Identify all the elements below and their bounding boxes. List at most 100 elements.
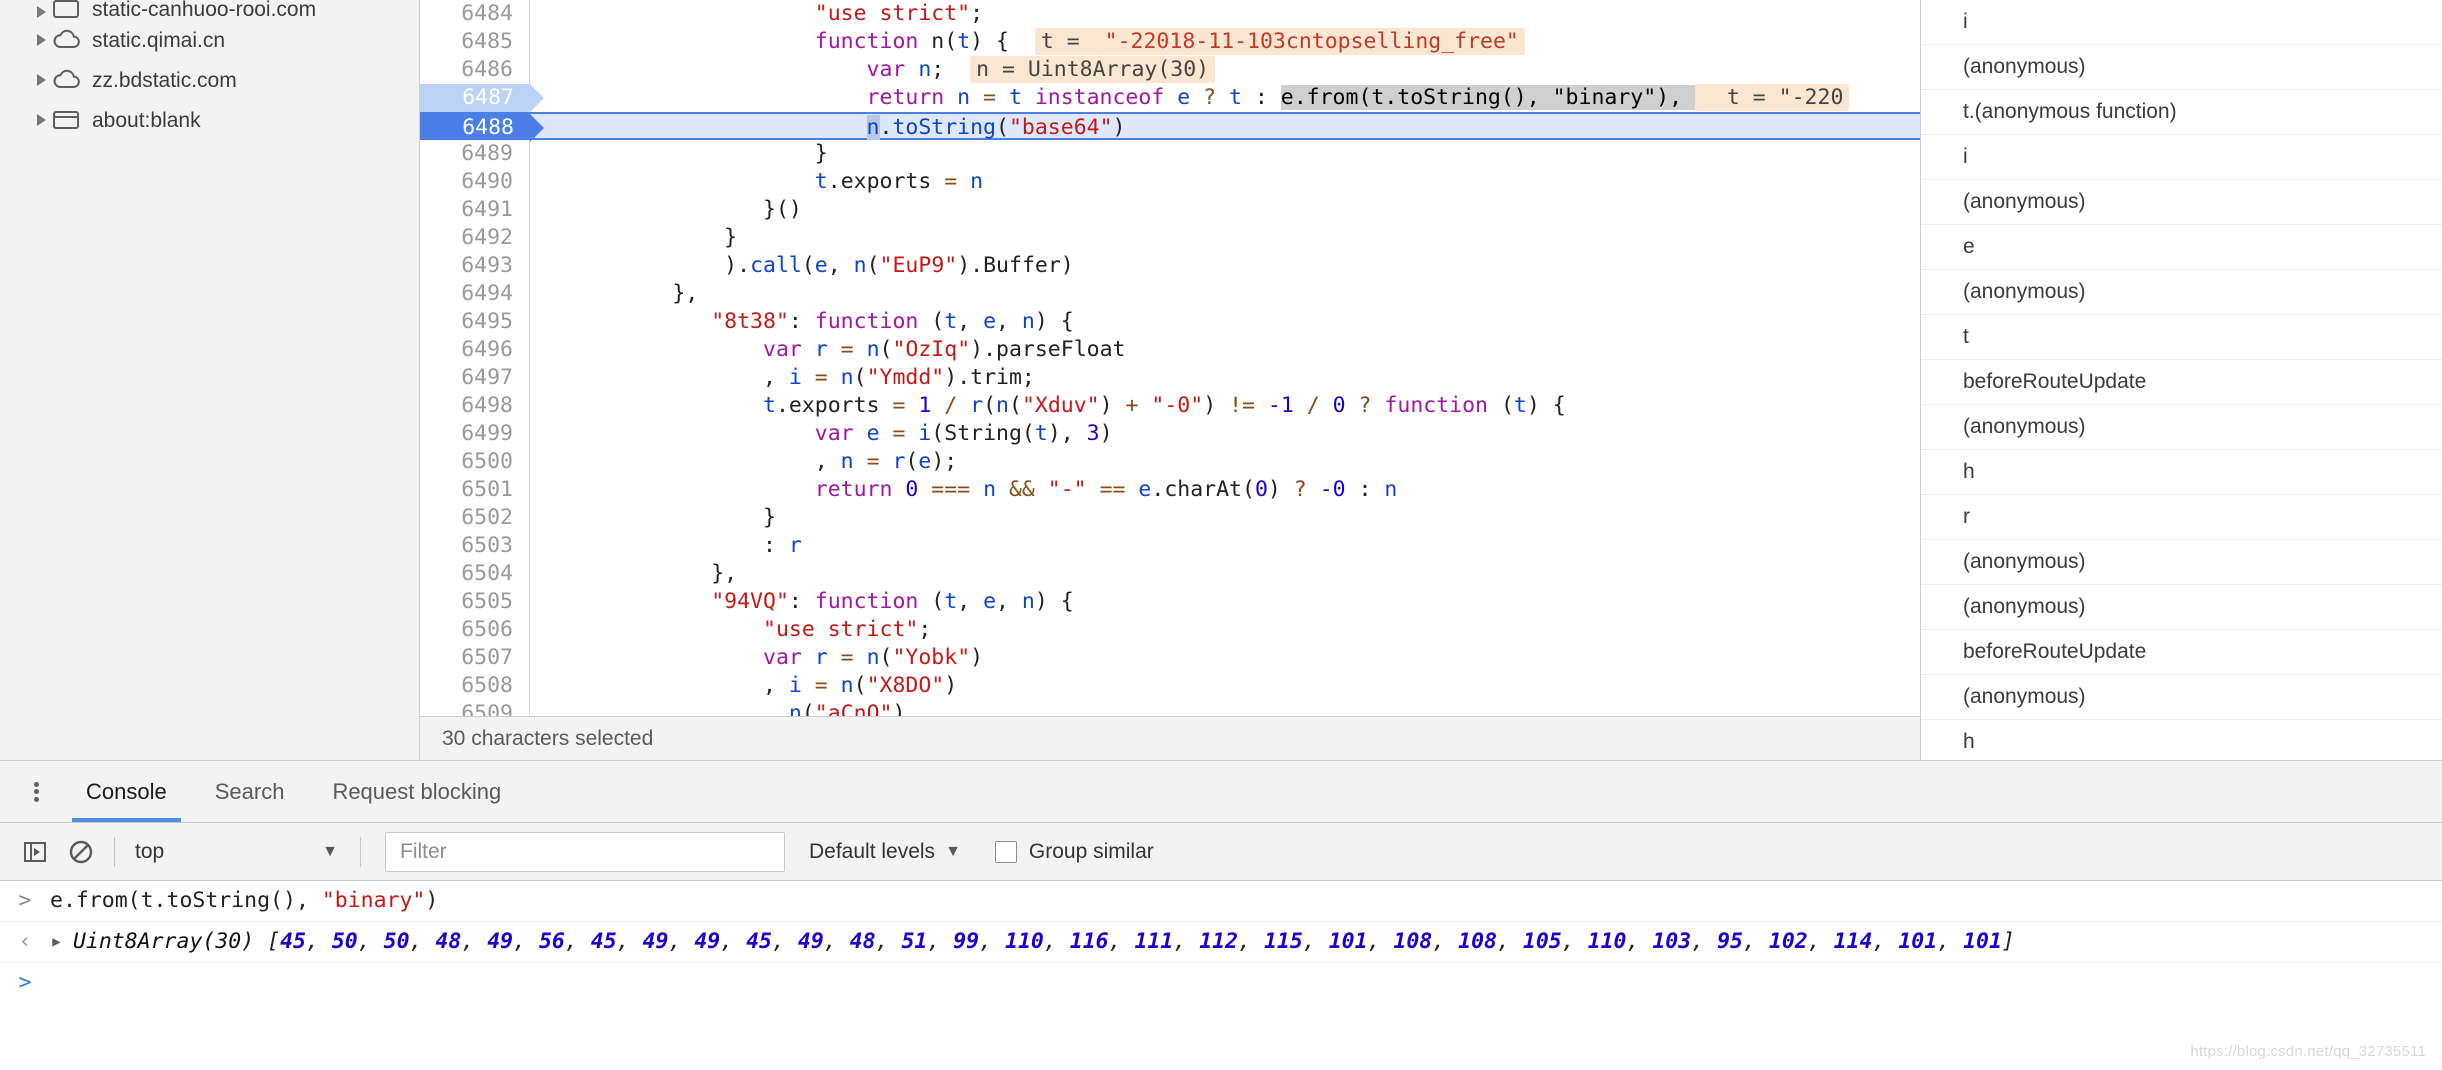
- call-stack-frame-3[interactable]: i: [1921, 135, 2442, 180]
- line-number[interactable]: 6498: [420, 392, 530, 420]
- code-line-6491[interactable]: 6491 }(): [420, 196, 1920, 224]
- disclosure-triangle-icon[interactable]: [30, 112, 52, 128]
- code-line-6497[interactable]: 6497 , i = n("Ymdd").trim;: [420, 364, 1920, 392]
- call-stack-frame-11[interactable]: r: [1921, 495, 2442, 540]
- code-line-6494[interactable]: 6494 },: [420, 280, 1920, 308]
- tree-item-0[interactable]: static-canhuoo-rooi.com: [0, 0, 419, 20]
- code-text[interactable]: : r: [530, 532, 1920, 560]
- code-text[interactable]: },: [530, 560, 1920, 588]
- code-line-6508[interactable]: 6508 , i = n("X8DO"): [420, 672, 1920, 700]
- console-prompt-row[interactable]: >: [0, 963, 2442, 1003]
- code-text[interactable]: , n = r(e);: [530, 448, 1920, 476]
- code-text[interactable]: t.exports = n: [530, 168, 1920, 196]
- drawer-tab-request-blocking[interactable]: Request blocking: [308, 761, 525, 822]
- line-number[interactable]: 6501: [420, 476, 530, 504]
- code-line-6502[interactable]: 6502 }: [420, 504, 1920, 532]
- line-number[interactable]: 6495: [420, 308, 530, 336]
- code-line-6501[interactable]: 6501 return 0 === n && "-" == e.charAt(0…: [420, 476, 1920, 504]
- code-line-6485[interactable]: 6485 function n(t) { t = "-22018-11-103c…: [420, 28, 1920, 56]
- tree-item-3[interactable]: about:blank: [0, 100, 419, 140]
- tree-item-2[interactable]: zz.bdstatic.com: [0, 60, 419, 100]
- line-number[interactable]: 6489: [420, 140, 530, 168]
- code-line-6506[interactable]: 6506 "use strict";: [420, 616, 1920, 644]
- code-line-6493[interactable]: 6493 ).call(e, n("EuP9").Buffer): [420, 252, 1920, 280]
- call-stack-frame-5[interactable]: e: [1921, 225, 2442, 270]
- code-text[interactable]: , i = n("X8DO"): [530, 672, 1920, 700]
- code-line-6492[interactable]: 6492 }: [420, 224, 1920, 252]
- clear-console-icon[interactable]: [58, 829, 104, 875]
- call-stack-frame-10[interactable]: h: [1921, 450, 2442, 495]
- line-number[interactable]: 6485: [420, 28, 530, 56]
- code-text[interactable]: return 0 === n && "-" == e.charAt(0) ? -…: [530, 476, 1920, 504]
- line-number[interactable]: 6491: [420, 196, 530, 224]
- code-line-6496[interactable]: 6496 var r = n("OzIq").parseFloat: [420, 336, 1920, 364]
- code-line-6484[interactable]: 6484 "use strict";: [420, 0, 1920, 28]
- line-number[interactable]: 6506: [420, 616, 530, 644]
- code-scroll-area[interactable]: 6484 "use strict"; 6485 function n(t) { t…: [420, 0, 1920, 716]
- line-number[interactable]: 6505: [420, 588, 530, 616]
- code-text[interactable]: ).call(e, n("EuP9").Buffer): [530, 252, 1920, 280]
- code-line-6507[interactable]: 6507 var r = n("Yobk"): [420, 644, 1920, 672]
- call-stack-frame-8[interactable]: beforeRouteUpdate: [1921, 360, 2442, 405]
- line-number[interactable]: 6502: [420, 504, 530, 532]
- call-stack-frame-6[interactable]: (anonymous): [1921, 270, 2442, 315]
- code-line-6490[interactable]: 6490 t.exports = n: [420, 168, 1920, 196]
- call-stack-panel[interactable]: i (anonymous) t.(anonymous function) i (anon…: [1920, 0, 2442, 760]
- code-line-6489[interactable]: 6489 }: [420, 140, 1920, 168]
- line-number[interactable]: 6497: [420, 364, 530, 392]
- call-stack-frame-0[interactable]: i: [1921, 0, 2442, 45]
- drawer-tab-console[interactable]: Console: [62, 761, 191, 822]
- call-stack-frame-12[interactable]: (anonymous): [1921, 540, 2442, 585]
- code-text[interactable]: }: [530, 140, 1920, 168]
- code-line-6499[interactable]: 6499 var e = i(String(t), 3): [420, 420, 1920, 448]
- code-line-6500[interactable]: 6500 , n = r(e);: [420, 448, 1920, 476]
- line-number[interactable]: 6508: [420, 672, 530, 700]
- call-stack-frame-7[interactable]: t: [1921, 315, 2442, 360]
- code-line-6488[interactable]: 6488 n.toString("base64"): [420, 112, 1920, 142]
- line-number[interactable]: 6500: [420, 448, 530, 476]
- call-stack-frame-9[interactable]: (anonymous): [1921, 405, 2442, 450]
- log-levels-select[interactable]: Default levels ▼: [809, 840, 961, 864]
- code-text[interactable]: var r = n("Yobk"): [530, 644, 1920, 672]
- code-text[interactable]: "8t38": function (t, e, n) {: [530, 308, 1920, 336]
- code-text[interactable]: var r = n("OzIq").parseFloat: [530, 336, 1920, 364]
- call-stack-frame-16[interactable]: h: [1921, 720, 2442, 760]
- console-sidebar-toggle-icon[interactable]: [12, 829, 58, 875]
- code-line-6503[interactable]: 6503 : r: [420, 532, 1920, 560]
- call-stack-frame-13[interactable]: (anonymous): [1921, 585, 2442, 630]
- code-line-6487[interactable]: 6487 return n = t instanceof e ? t : e.f…: [420, 84, 1920, 112]
- code-text[interactable]: , i = n("Ymdd").trim;: [530, 364, 1920, 392]
- call-stack-frame-4[interactable]: (anonymous): [1921, 180, 2442, 225]
- call-stack-frame-15[interactable]: (anonymous): [1921, 675, 2442, 720]
- line-number[interactable]: 6484: [420, 0, 530, 28]
- code-text[interactable]: "use strict";: [530, 0, 1920, 28]
- call-stack-frame-2[interactable]: t.(anonymous function): [1921, 90, 2442, 135]
- code-line-6498[interactable]: 6498 t.exports = 1 / r(n("Xduv") + "-0")…: [420, 392, 1920, 420]
- code-text[interactable]: , n("aCnO"): [530, 700, 1920, 716]
- call-stack-frame-14[interactable]: beforeRouteUpdate: [1921, 630, 2442, 675]
- disclosure-triangle-icon[interactable]: [30, 72, 52, 88]
- line-number[interactable]: 6507: [420, 644, 530, 672]
- navigator-file-tree[interactable]: static-canhuoo-rooi.com static.qimai.cn zz…: [0, 0, 420, 760]
- code-text[interactable]: }: [530, 224, 1920, 252]
- code-text[interactable]: t.exports = 1 / r(n("Xduv") + "-0") != -…: [530, 392, 1920, 420]
- expand-triangle-icon[interactable]: ▸: [50, 928, 63, 956]
- line-number[interactable]: 6504: [420, 560, 530, 588]
- code-text[interactable]: return n = t instanceof e ? t : e.from(t…: [530, 84, 1920, 112]
- disclosure-triangle-icon[interactable]: [30, 32, 52, 48]
- console-filter-input[interactable]: Filter: [385, 831, 785, 872]
- code-text[interactable]: },: [530, 280, 1920, 308]
- code-text[interactable]: function n(t) { t = "-22018-11-103cntops…: [530, 28, 1920, 56]
- code-line-6509[interactable]: 6509 , n("aCnO"): [420, 700, 1920, 716]
- code-text[interactable]: "use strict";: [530, 616, 1920, 644]
- line-number[interactable]: 6503: [420, 532, 530, 560]
- disclosure-triangle-icon[interactable]: [30, 4, 52, 20]
- code-line-6505[interactable]: 6505 "94VQ": function (t, e, n) {: [420, 588, 1920, 616]
- code-text[interactable]: }: [530, 504, 1920, 532]
- code-line-6504[interactable]: 6504 },: [420, 560, 1920, 588]
- line-number[interactable]: 6490: [420, 168, 530, 196]
- code-text[interactable]: n.toString("base64"): [530, 114, 1920, 140]
- line-number[interactable]: 6499: [420, 420, 530, 448]
- line-number[interactable]: 6486: [420, 56, 530, 84]
- drawer-tab-search[interactable]: Search: [191, 761, 309, 822]
